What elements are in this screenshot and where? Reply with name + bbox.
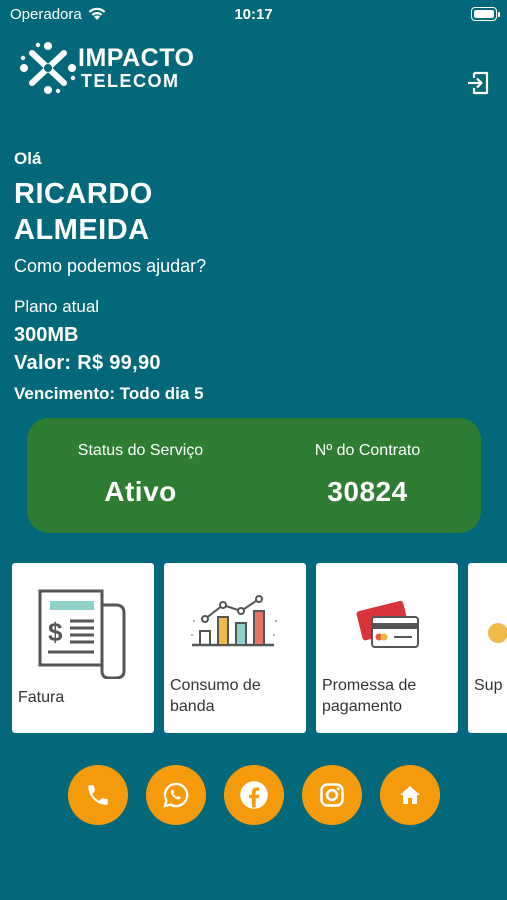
phone-icon <box>88 785 108 805</box>
bandwidth-chart-icon <box>191 595 277 647</box>
whatsapp-icon <box>163 782 189 808</box>
plan-due-date: Vencimento: Todo dia 5 <box>14 384 204 403</box>
battery-icon <box>471 7 500 21</box>
service-status-value: Ativo <box>104 476 177 507</box>
svg-text:$: $ <box>48 617 63 647</box>
help-text: Como podemos ajudar? <box>14 256 207 276</box>
tile-label: Consumo de banda <box>170 677 261 715</box>
status-bar: Operadora 10:17 <box>0 0 507 30</box>
app-screen: Operadora 10:17 IMPACTO TELECOM Olá RICA… <box>0 0 507 900</box>
service-status-card: Status do Serviço Ativo Nº do Contrato 3… <box>27 418 481 533</box>
contact-actions <box>0 765 507 825</box>
tile-suporte[interactable]: Sup <box>468 563 507 733</box>
brand-line1: IMPACTO <box>78 44 195 72</box>
tile-consumo-de-banda[interactable]: Consumo de banda <box>164 563 306 733</box>
phone-button[interactable] <box>68 765 128 825</box>
tile-fatura[interactable]: $ Fatura <box>12 563 154 733</box>
plan-label: Plano atual <box>14 297 100 316</box>
service-status-label: Status do Serviço <box>77 442 204 459</box>
facebook-icon <box>240 781 268 809</box>
plan-price: Valor: R$ 99,90 <box>14 352 161 374</box>
service-tiles: $ Fatura Consumo de banda Promessa de pa… <box>12 563 507 733</box>
service-status: Status do Serviço Ativo <box>27 418 254 508</box>
facebook-button[interactable] <box>224 765 284 825</box>
instagram-button[interactable] <box>302 765 362 825</box>
invoice-icon: $ <box>38 589 126 679</box>
contract-number-value: 30824 <box>327 476 408 507</box>
whatsapp-button[interactable] <box>146 765 206 825</box>
greeting-hello: Olá <box>14 149 42 168</box>
tile-promessa-de-pagamento[interactable]: Promessa de pagamento <box>316 563 458 733</box>
support-icon <box>488 623 507 643</box>
contract-number: Nº do Contrato 30824 <box>254 418 481 508</box>
tile-label: Sup <box>474 677 503 694</box>
brand-name: IMPACTO TELECOM <box>78 44 195 91</box>
impacto-logo-icon <box>20 42 76 94</box>
home-icon <box>400 786 420 804</box>
clock: 10:17 <box>234 6 273 23</box>
logout-icon[interactable] <box>465 70 491 96</box>
plan-name: 300MB <box>14 324 79 346</box>
tile-label: Fatura <box>18 689 65 706</box>
tile-label: Promessa de pagamento <box>322 677 417 715</box>
contract-number-label: Nº do Contrato <box>314 442 421 459</box>
user-name: RICARDO ALMEIDA <box>14 178 153 246</box>
brand-line2: TELECOM <box>81 71 180 91</box>
credit-card-icon <box>356 600 419 648</box>
instagram-icon <box>320 783 344 807</box>
home-button[interactable] <box>380 765 440 825</box>
